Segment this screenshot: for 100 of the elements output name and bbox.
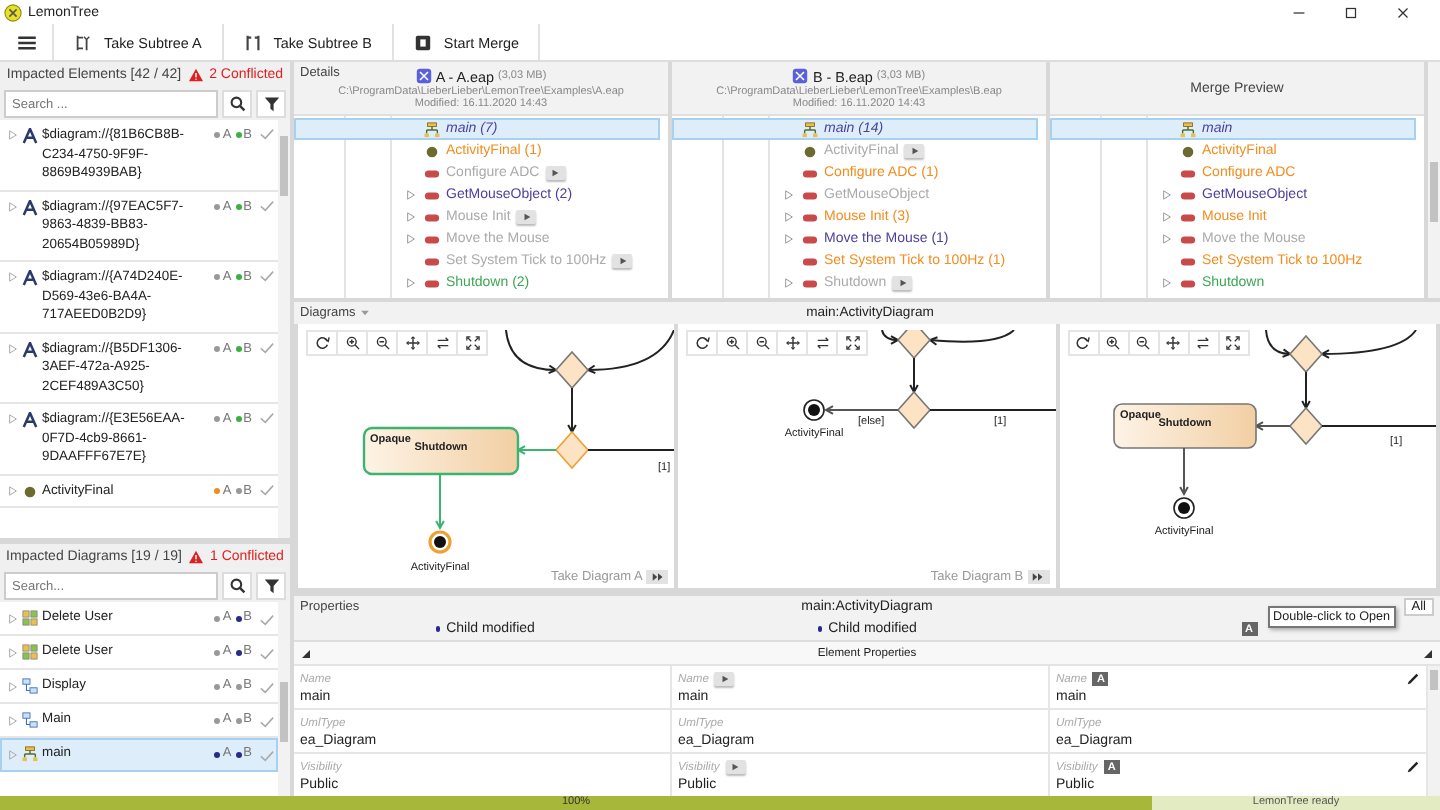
- swap-button[interactable]: [806, 330, 839, 356]
- take-button[interactable]: [1027, 570, 1050, 584]
- scrollbar[interactable]: [278, 120, 290, 538]
- flow-arrow: [435, 473, 445, 531]
- fullscreen-button[interactable]: [836, 330, 869, 356]
- collapse-icon[interactable]: [1423, 649, 1432, 657]
- pencil-icon[interactable]: [1406, 672, 1420, 686]
- zoom-in-button[interactable]: [716, 330, 749, 356]
- play-button[interactable]: [725, 760, 746, 774]
- a-frame-icon: [22, 270, 38, 286]
- menu-icon: [18, 35, 36, 49]
- move-button[interactable]: [1157, 330, 1190, 356]
- warning-icon: [187, 68, 204, 82]
- play-button[interactable]: [516, 209, 537, 223]
- logo-icon: [4, 3, 22, 21]
- filter-icon: [263, 578, 279, 594]
- dot-icon: [424, 144, 440, 160]
- swap-button[interactable]: [1187, 330, 1220, 356]
- fullscreen-icon: [845, 336, 860, 350]
- decision-node: [897, 330, 932, 360]
- flow-arrow: [1300, 371, 1311, 411]
- zoom-in-button[interactable]: [336, 330, 368, 356]
- zoom-out-icon: [375, 336, 389, 350]
- play-button[interactable]: [714, 672, 735, 686]
- flow-arrow: [585, 330, 675, 375]
- scrollbar[interactable]: [278, 602, 290, 796]
- move-icon: [1166, 336, 1181, 350]
- pencil-icon[interactable]: [1406, 760, 1420, 774]
- flow-arrow: [909, 357, 920, 395]
- refresh-button[interactable]: [306, 330, 338, 356]
- check-icon: [260, 412, 274, 424]
- play-icon: [521, 211, 532, 221]
- swap-arrows-icon: [815, 336, 830, 350]
- flow-arrow: [505, 330, 559, 375]
- boxes-icon: [22, 644, 38, 660]
- fullscreen-button[interactable]: [456, 330, 488, 356]
- flow-line: [1320, 425, 1436, 427]
- swap-button[interactable]: [426, 330, 458, 356]
- zoom-in-icon: [1106, 336, 1121, 350]
- play-button[interactable]: [904, 143, 925, 157]
- flow-icon: [802, 122, 818, 138]
- search-icon: [229, 96, 245, 112]
- swap-arrows-icon: [1196, 336, 1211, 350]
- scrollbar[interactable]: [1428, 666, 1440, 796]
- dot-icon: [1180, 144, 1196, 160]
- dot-icon: [802, 144, 818, 160]
- take-button[interactable]: [646, 570, 669, 584]
- check-icon: [260, 128, 274, 140]
- refresh-button[interactable]: [686, 330, 719, 356]
- filter-button[interactable]: [256, 572, 286, 600]
- play-icon: [617, 255, 628, 265]
- maximize-icon[interactable]: [1342, 3, 1360, 21]
- play-button[interactable]: [545, 165, 566, 179]
- move-icon: [405, 336, 419, 350]
- play-icon: [897, 277, 908, 287]
- nodes-icon: [22, 678, 38, 694]
- swap-arrows-icon: [435, 336, 449, 350]
- flow-line: [587, 449, 675, 451]
- zoom-out-icon: [755, 336, 770, 350]
- check-icon: [260, 199, 274, 211]
- flow-arrow: [928, 330, 1016, 346]
- search-button[interactable]: [222, 572, 252, 600]
- zoom-out-button[interactable]: [746, 330, 779, 356]
- decision-node: [554, 350, 590, 390]
- move-button[interactable]: [776, 330, 809, 356]
- fullscreen-button[interactable]: [1217, 330, 1250, 356]
- flow-arrow: [824, 405, 900, 415]
- move-button[interactable]: [396, 330, 428, 356]
- refresh-button[interactable]: [1067, 330, 1100, 356]
- dot-icon: [22, 483, 38, 499]
- search-button[interactable]: [222, 90, 252, 118]
- play-button[interactable]: [892, 275, 913, 289]
- a-frame-icon: [22, 341, 38, 357]
- check-icon: [260, 715, 274, 727]
- zoom-in-icon: [345, 336, 359, 350]
- check-icon: [260, 647, 274, 659]
- caret-icon[interactable]: [359, 310, 370, 316]
- flow-line: [929, 409, 1056, 411]
- check-icon: [260, 483, 274, 495]
- close-icon[interactable]: [1394, 3, 1412, 21]
- zoom-in-button[interactable]: [1097, 330, 1130, 356]
- boxes-icon: [22, 610, 38, 626]
- flow-icon: [1180, 122, 1196, 138]
- play-button[interactable]: [612, 253, 633, 267]
- refresh-icon: [315, 336, 329, 350]
- check-icon: [260, 270, 274, 282]
- search-icon: [229, 578, 245, 594]
- flow-arrow: [567, 387, 577, 435]
- merge-icon: [413, 33, 432, 51]
- play-icon: [550, 167, 561, 177]
- collapse-icon[interactable]: [302, 649, 310, 657]
- zoom-out-button[interactable]: [1127, 330, 1160, 356]
- zoom-out-button[interactable]: [366, 330, 398, 356]
- fullscreen-icon: [465, 336, 479, 350]
- scrollbar[interactable]: [1428, 62, 1440, 298]
- filter-button[interactable]: [256, 90, 286, 118]
- flow-arrow: [881, 330, 901, 345]
- decision-node: [1288, 334, 1323, 374]
- move-icon: [785, 336, 800, 350]
- a-frame-icon: [22, 412, 38, 428]
